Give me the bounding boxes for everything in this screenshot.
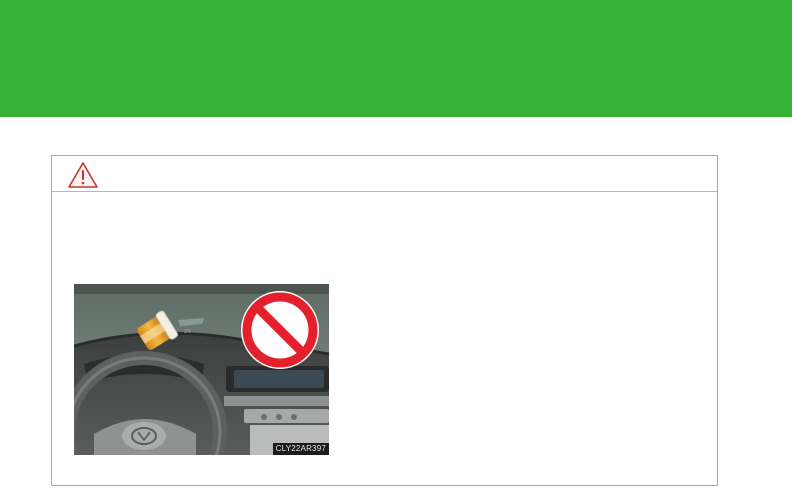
- caution-body: 25 CLY22AR397: [52, 192, 717, 485]
- caution-header: [52, 156, 717, 192]
- photo-code-label: CLY22AR397: [272, 443, 329, 455]
- caution-box: 25 CLY22AR397: [51, 155, 718, 486]
- svg-text:25: 25: [184, 329, 191, 335]
- dashboard-photo: 25 CLY22AR397: [74, 284, 329, 455]
- top-banner: [0, 0, 792, 117]
- warning-triangle-icon: [68, 162, 98, 188]
